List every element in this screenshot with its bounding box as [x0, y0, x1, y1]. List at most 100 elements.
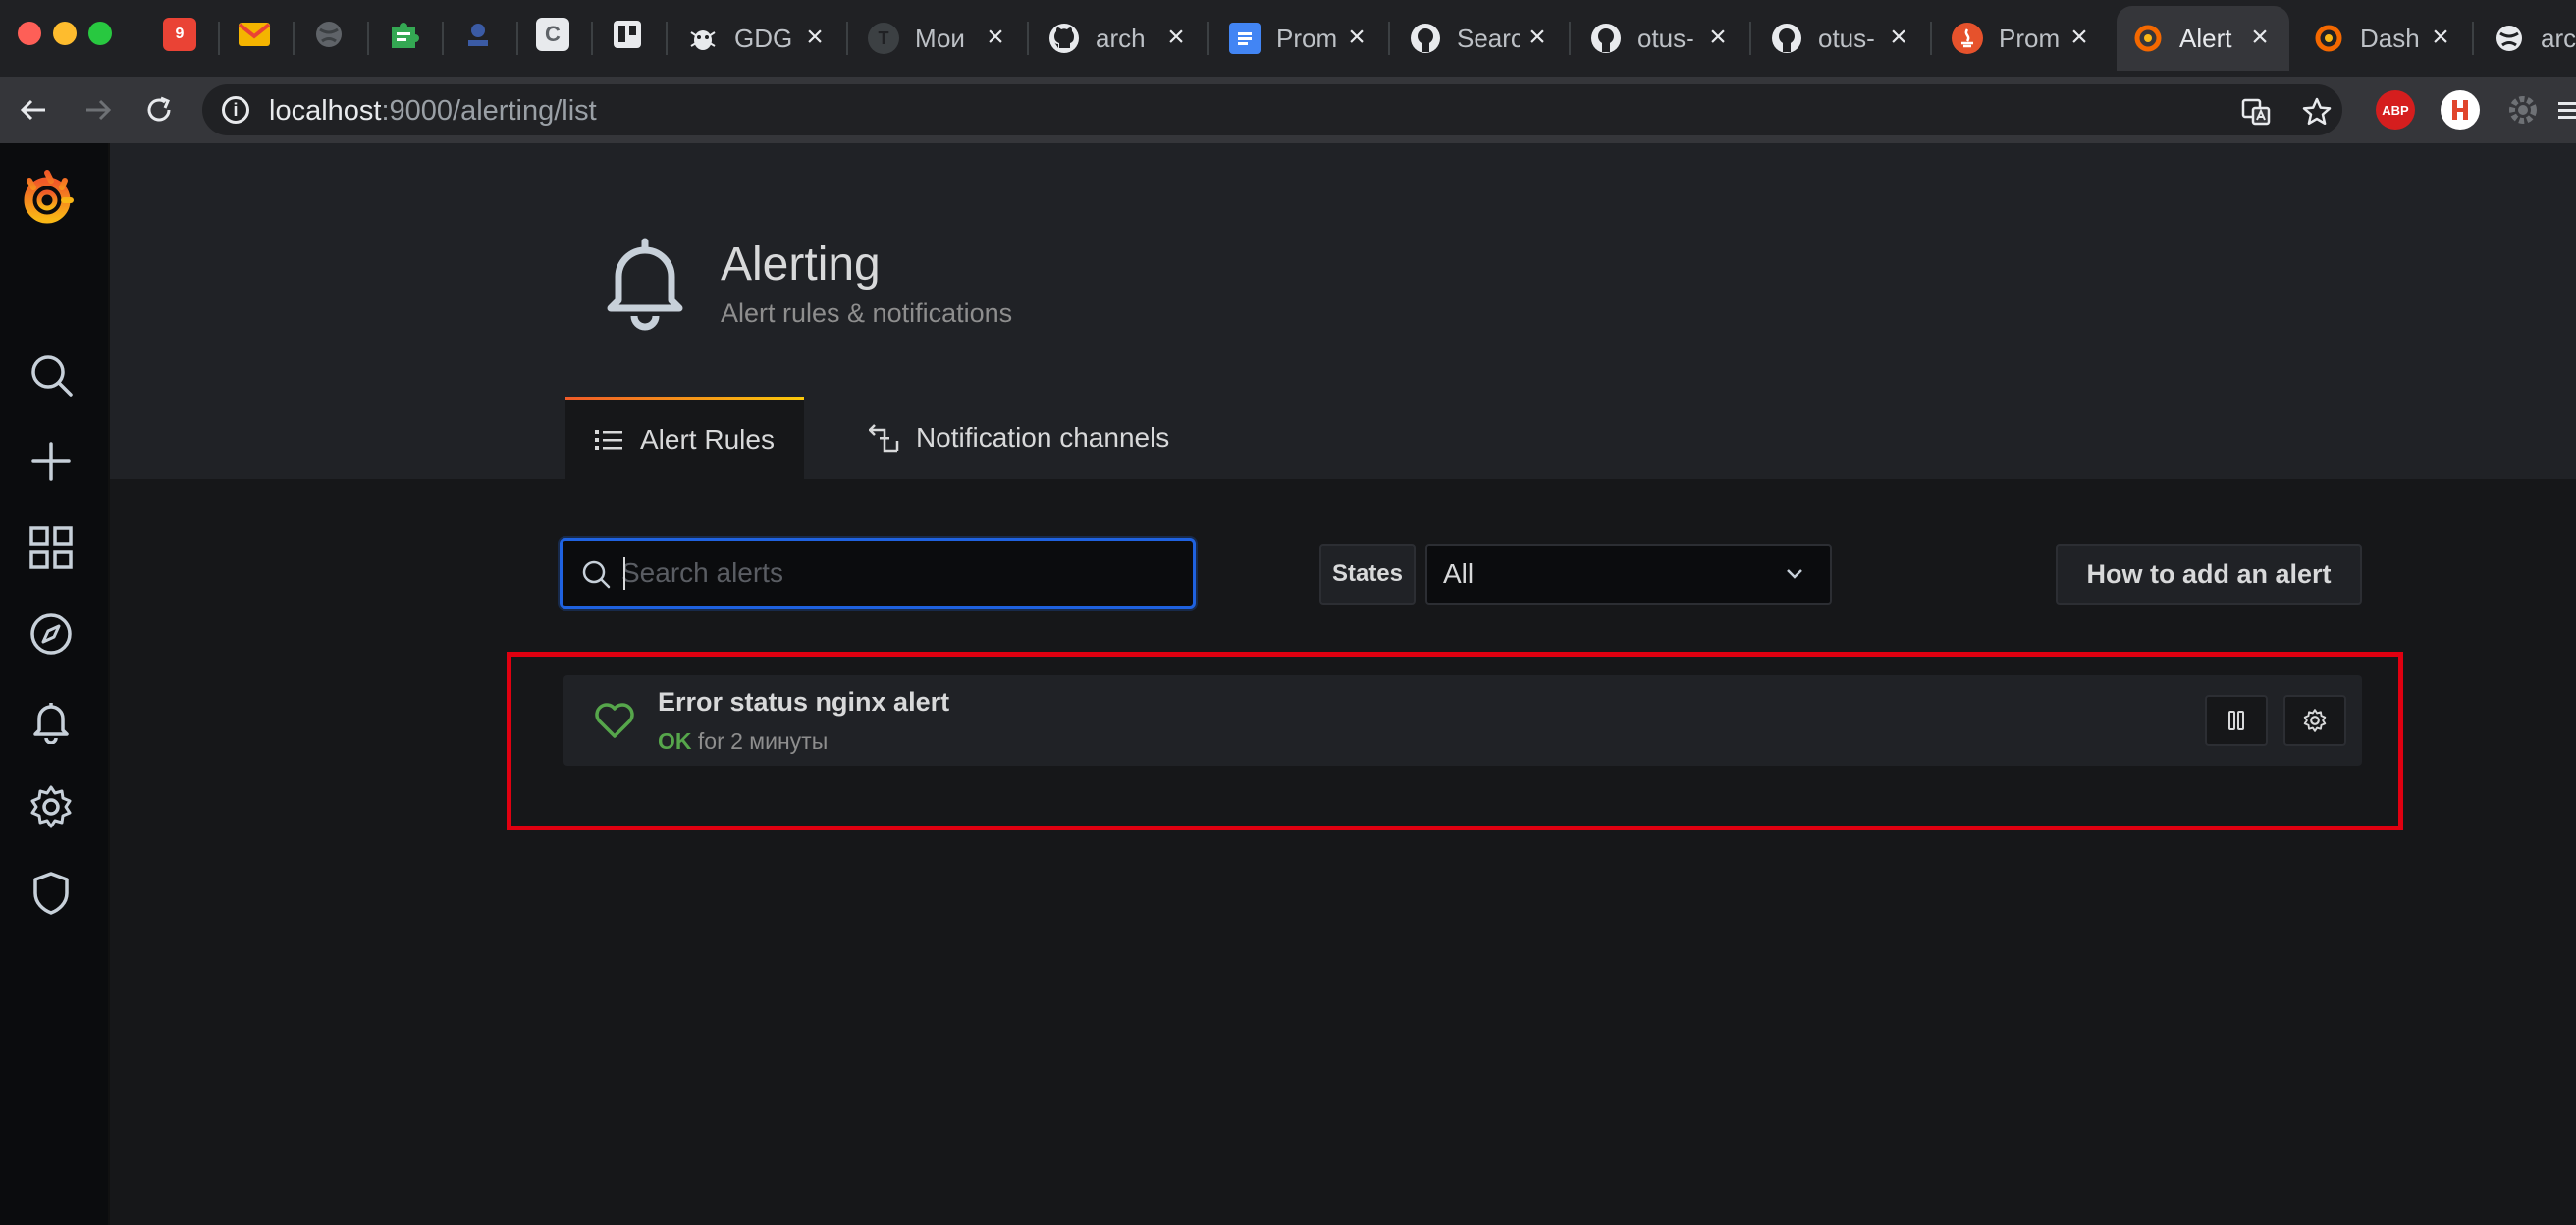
- c-app-icon[interactable]: C: [536, 18, 569, 51]
- tab-separator: [591, 22, 593, 55]
- browser-tab[interactable]: GDG ×: [671, 6, 844, 71]
- gmail-icon[interactable]: [238, 18, 271, 51]
- tab-separator: [1569, 22, 1571, 55]
- pause-icon: [2228, 711, 2244, 730]
- github-icon: [1771, 23, 1802, 54]
- explore-compass-icon[interactable]: [27, 611, 75, 658]
- close-window-button[interactable]: [18, 22, 41, 45]
- minimize-window-button[interactable]: [53, 22, 77, 45]
- tab-close-button[interactable]: ×: [2064, 22, 2095, 53]
- page-tabs: Alert Rules Notification channels: [565, 397, 1199, 479]
- tab-close-button[interactable]: ×: [980, 22, 1011, 53]
- github-icon: [1048, 23, 1080, 54]
- chevron-down-icon: [1787, 569, 1802, 579]
- browser-tab[interactable]: Searc ×: [1394, 6, 1567, 71]
- how-to-add-alert-button[interactable]: How to add an alert: [2056, 544, 2362, 605]
- tab-label: Notification channels: [915, 422, 1170, 453]
- tab-close-button[interactable]: ×: [2425, 22, 2456, 53]
- docs-icon: [1229, 23, 1261, 54]
- browser-tab[interactable]: otus- ×: [1755, 6, 1928, 71]
- tab-separator: [293, 22, 295, 55]
- reload-button[interactable]: [137, 88, 181, 132]
- tab-close-button[interactable]: ×: [1522, 22, 1553, 53]
- browser-tab[interactable]: arcl: [2478, 6, 2576, 71]
- chart-icon[interactable]: [461, 18, 495, 51]
- grafana-logo-icon[interactable]: [16, 167, 79, 230]
- reload-icon: [147, 96, 171, 122]
- configuration-gear-icon[interactable]: [27, 783, 75, 830]
- puzzle-icon[interactable]: [387, 18, 420, 51]
- trello-icon[interactable]: [611, 18, 644, 51]
- tab-separator: [367, 22, 369, 55]
- browser-toolbar: i localhost:9000/alerting/list ABP: [0, 77, 2576, 143]
- tab-notification-channels[interactable]: Notification channels: [839, 397, 1199, 479]
- browser-tab-strip: 9 C GDG × T Мои × arch × Prom × Searc × …: [0, 0, 2576, 77]
- search-alerts-field[interactable]: [560, 538, 1196, 609]
- edit-alert-settings-button[interactable]: [2283, 695, 2346, 746]
- browser-tab[interactable]: arch ×: [1033, 6, 1206, 71]
- arrow-left-icon: [20, 99, 45, 121]
- tab-close-button[interactable]: ×: [799, 22, 831, 53]
- bookmark-star-icon[interactable]: [2301, 96, 2333, 128]
- browser-tab[interactable]: Prom ×: [1213, 6, 1386, 71]
- tab-close-button[interactable]: ×: [2244, 22, 2276, 53]
- tab-separator: [1388, 22, 1390, 55]
- browser-tab[interactable]: T Мои ×: [852, 6, 1025, 71]
- browser-tab[interactable]: Prom ×: [1936, 6, 2109, 71]
- translate-icon[interactable]: [2240, 96, 2272, 128]
- tab-close-button[interactable]: ×: [1702, 22, 1734, 53]
- h-extension-icon[interactable]: [2441, 90, 2480, 130]
- alert-state-duration: for 2 минуты: [697, 728, 829, 754]
- site-info-icon[interactable]: i: [222, 96, 249, 124]
- address-url: localhost:9000/alerting/list: [269, 95, 597, 127]
- search-icon[interactable]: [27, 351, 75, 399]
- tab-close-button[interactable]: ×: [1883, 22, 1914, 53]
- tab-separator: [516, 22, 518, 55]
- states-label: States: [1319, 544, 1416, 605]
- tab-close-button[interactable]: ×: [1341, 22, 1372, 53]
- alert-rule-name[interactable]: Error status nginx alert: [658, 687, 949, 718]
- menu-icon[interactable]: [2556, 90, 2576, 130]
- pause-alert-button[interactable]: [2205, 695, 2268, 746]
- prometheus-icon: [1952, 23, 1983, 54]
- alerting-bell-icon[interactable]: [27, 697, 75, 745]
- text-cursor: [623, 557, 625, 590]
- states-select[interactable]: All: [1425, 544, 1832, 605]
- search-alerts-input[interactable]: [621, 549, 1181, 598]
- github-icon: [1410, 23, 1441, 54]
- adblock-extension-icon[interactable]: ABP: [2376, 90, 2415, 130]
- dashboards-grid-icon[interactable]: [27, 524, 75, 571]
- browser-tab[interactable]: Dash ×: [2297, 6, 2470, 71]
- maximize-window-button[interactable]: [88, 22, 112, 45]
- globe-icon[interactable]: [312, 18, 346, 51]
- heart-ok-icon: [593, 701, 636, 745]
- tab-separator: [442, 22, 444, 55]
- github-icon: [1590, 23, 1622, 54]
- tab-separator: [1027, 22, 1029, 55]
- grafana-icon: [2313, 23, 2344, 54]
- tab-close-button[interactable]: ×: [1160, 22, 1192, 53]
- bug-icon: [687, 23, 719, 54]
- tab-separator: [846, 22, 848, 55]
- tab-separator: [1208, 22, 1209, 55]
- tab-separator: [2472, 22, 2474, 55]
- server-admin-shield-icon[interactable]: [27, 870, 75, 917]
- page-title: Alerting: [721, 239, 881, 291]
- page-header: Alerting Alert rules & notifications Ale…: [110, 143, 2576, 479]
- tab-separator: [666, 22, 668, 55]
- create-plus-icon[interactable]: [27, 438, 75, 485]
- browser-tab-active[interactable]: Alert ×: [2117, 6, 2289, 71]
- browser-tab[interactable]: otus- ×: [1575, 6, 1747, 71]
- address-bar[interactable]: i localhost:9000/alerting/list: [202, 84, 2342, 135]
- calendar-icon[interactable]: 9: [163, 18, 196, 51]
- tab-alert-rules[interactable]: Alert Rules: [565, 397, 804, 479]
- alert-state-badge: OK: [658, 728, 692, 754]
- tab-separator: [218, 22, 220, 55]
- alert-rule-row[interactable]: Error status nginx alert OK for 2 минуты: [564, 675, 2362, 766]
- tab-label: Alert Rules: [640, 424, 775, 454]
- side-menu: [0, 143, 110, 1225]
- gear-extension-icon[interactable]: [2503, 90, 2543, 130]
- back-button[interactable]: [12, 88, 55, 132]
- forward-button[interactable]: [77, 88, 120, 132]
- alert-rule-state: OK for 2 минуты: [658, 728, 828, 755]
